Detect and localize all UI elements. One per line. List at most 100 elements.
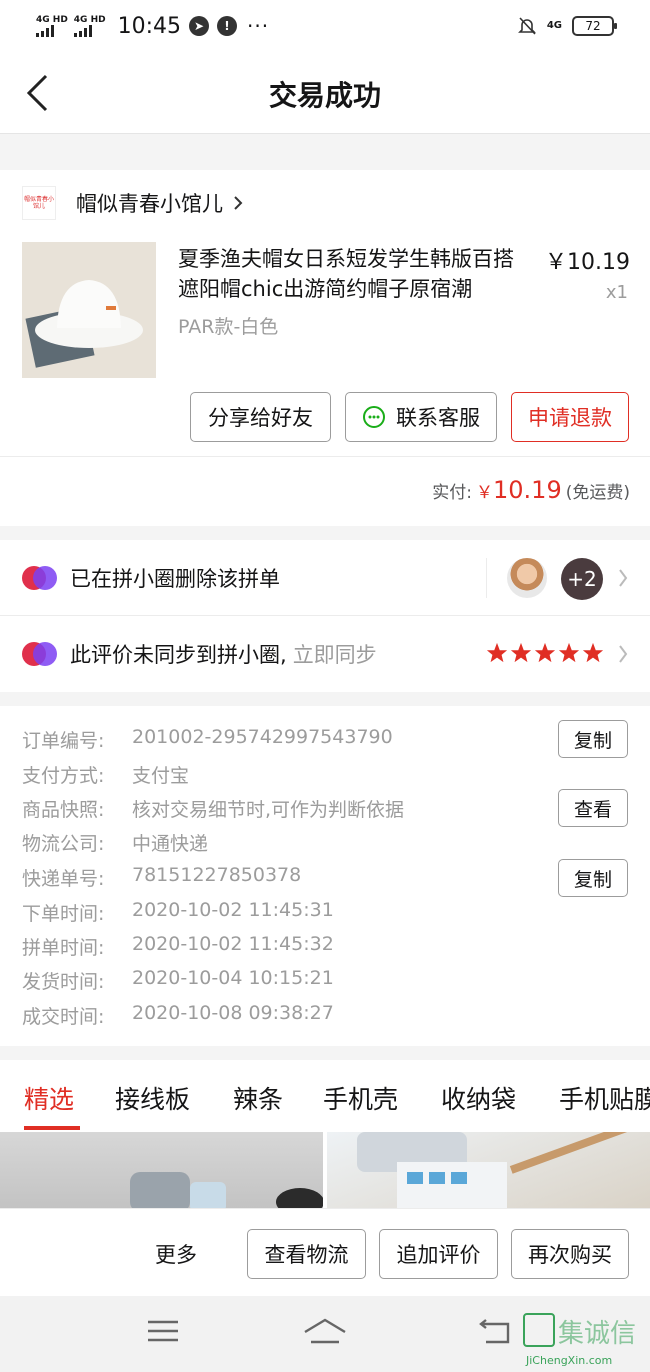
info-value: 2020-10-04 10:15:21 — [132, 967, 334, 989]
order-info-row: 快递单号: 78151227850378 — [22, 864, 301, 891]
payment-summary: 实付: ￥ 10.19 (免运费) — [432, 476, 630, 504]
page-title: 交易成功 — [268, 79, 381, 112]
view-snapshot-button[interactable]: 查看 — [558, 789, 628, 827]
compass-icon: ➤ — [189, 16, 209, 36]
star-icon — [534, 642, 556, 663]
watermark-text: 集诚信 — [558, 1319, 636, 1349]
feed-item-image[interactable] — [0, 1132, 324, 1212]
order-info-row: 下单时间: 2020-10-02 11:45:31 — [22, 899, 334, 926]
buy-again-button[interactable]: 再次购买 — [511, 1229, 629, 1279]
order-info-row: 商品快照: 核对交易细节时,可作为判断依据 — [22, 795, 404, 822]
view-logistics-button[interactable]: 查看物流 — [247, 1229, 366, 1279]
signal-icon: 4G HD — [73, 14, 106, 37]
share-button[interactable]: 分享给好友 — [190, 392, 331, 442]
info-label: 商品快照: — [22, 799, 105, 821]
pin-circle-icon — [22, 565, 58, 591]
refund-button[interactable]: 申请退款 — [511, 392, 629, 442]
info-value: 核对交易细节时,可作为判断依据 — [132, 799, 405, 821]
menu-icon[interactable] — [146, 1316, 180, 1346]
review-sync-row[interactable]: 此评价未同步到拼小圈, 立即同步 — [0, 616, 650, 692]
info-value: 中通快递 — [132, 833, 209, 855]
copy-button[interactable]: 复制 — [558, 720, 628, 758]
buy-again-label: 再次购买 — [528, 1243, 612, 1267]
status-bar: 4G HD 4G HD 10:45 ➤ ! ··· 4G 72 — [0, 0, 650, 52]
system-nav-bar: 集诚信 JiChengXin.com — [0, 1296, 650, 1372]
battery-level: 72 — [585, 19, 601, 33]
tab-3[interactable]: 手机壳 — [323, 1080, 398, 1116]
chevron-right-icon — [619, 569, 628, 587]
shop-link[interactable]: 帽似青春小馆儿 帽似青春小馆儿 — [22, 186, 243, 220]
shop-logo-text: 帽似青春小馆儿 — [23, 196, 54, 210]
product-image[interactable] — [22, 242, 156, 378]
info-label: 拼单时间: — [22, 937, 105, 959]
view-logistics-label: 查看物流 — [264, 1243, 349, 1267]
tab-2[interactable]: 辣条 — [233, 1080, 283, 1116]
pin-circle-status-text: 已在拼小圈删除该拼单 — [70, 566, 280, 591]
more-button[interactable]: 更多 — [155, 1239, 197, 1269]
info-label: 订单编号: — [22, 730, 105, 752]
sync-now-link[interactable]: 立即同步 — [293, 639, 377, 669]
clock: 10:45 — [117, 13, 181, 39]
info-label: 成交时间: — [22, 1006, 105, 1028]
star-icon — [558, 642, 580, 663]
product-title[interactable]: 夏季渔夫帽女日系短发学生韩版百搭遮阳帽chic出游简约帽子原宿潮 — [178, 244, 528, 304]
divider — [486, 558, 487, 598]
tab-5[interactable]: 手机贴膜 — [559, 1080, 650, 1116]
copy-button[interactable]: 复制 — [558, 859, 628, 897]
order-product-card: 帽似青春小馆儿 帽似青春小馆儿 夏季渔夫帽女日系短发学生韩版百搭遮阳帽chic出… — [0, 170, 650, 526]
info-label: 支付方式: — [22, 765, 105, 787]
info-label: 快递单号: — [22, 868, 105, 890]
product-quantity: x1 — [605, 282, 628, 303]
pin-circle-icon — [22, 641, 58, 667]
order-info-row: 拼单时间: 2020-10-02 11:45:32 — [22, 933, 334, 960]
pin-circle-card: 已在拼小圈删除该拼单 +2 此评价未同步到拼小圈, 立即同步 — [0, 540, 650, 692]
order-info-row: 物流公司: 中通快递 — [22, 829, 208, 856]
watermark-url: JiChengXin.com — [525, 1354, 612, 1367]
add-review-label: 追加评价 — [396, 1243, 481, 1267]
bottom-action-bar: 更多 查看物流 追加评价 再次购买 — [0, 1208, 650, 1296]
more-notifications-icon: ··· — [247, 14, 270, 38]
star-icon — [486, 642, 508, 663]
chat-icon — [363, 406, 385, 428]
sim1-label: 4G HD — [36, 14, 68, 25]
divider — [0, 456, 650, 457]
more-members-badge[interactable]: +2 — [561, 558, 603, 600]
shipping-note: (免运费) — [565, 483, 630, 503]
product-spec: PAR款-白色 — [178, 316, 279, 338]
chevron-right-icon — [619, 645, 628, 663]
info-label: 物流公司: — [22, 833, 105, 855]
tab-1[interactable]: 接线板 — [115, 1080, 190, 1116]
avatar[interactable] — [507, 558, 547, 598]
sim2-label: 4G HD — [73, 14, 106, 25]
back-nav-icon[interactable] — [478, 1316, 514, 1346]
paid-label: 实付: — [432, 483, 473, 503]
add-review-button[interactable]: 追加评价 — [379, 1229, 498, 1279]
contact-service-label: 联系客服 — [396, 406, 480, 430]
active-tab-indicator — [24, 1126, 80, 1130]
tab-4[interactable]: 收纳袋 — [441, 1080, 516, 1116]
order-info-row: 发货时间: 2020-10-04 10:15:21 — [22, 967, 334, 994]
site-watermark-logo: 集诚信 JiChengXin.com — [523, 1313, 636, 1367]
order-info-row: 订单编号: 201002-295742997543790 — [22, 726, 393, 753]
battery-icon: 72 — [572, 16, 617, 36]
home-icon[interactable] — [303, 1316, 347, 1346]
refund-button-label: 申请退款 — [528, 406, 612, 430]
order-info-row: 成交时间: 2020-10-08 09:38:27 — [22, 1002, 334, 1029]
info-value: 2020-10-02 11:45:31 — [132, 899, 334, 921]
pin-circle-status-row[interactable]: 已在拼小圈删除该拼单 +2 — [0, 540, 650, 616]
info-value: 2020-10-02 11:45:32 — [132, 933, 334, 955]
nav-bar: 交易成功 — [0, 52, 650, 134]
network-indicator: 4G — [546, 20, 562, 31]
tab-0[interactable]: 精选 — [24, 1080, 74, 1116]
shop-name: 帽似青春小馆儿 — [76, 192, 223, 216]
alert-icon: ! — [217, 16, 237, 36]
recommend-tabs: 精选 接线板 辣条 手机壳 收纳袋 手机贴膜 — [0, 1060, 650, 1132]
recommend-feed — [0, 1132, 650, 1212]
order-info-row: 支付方式: 支付宝 — [22, 761, 189, 788]
info-label: 发货时间: — [22, 971, 105, 993]
review-sync-text: 此评价未同步到拼小圈, — [70, 643, 287, 667]
feed-item-image[interactable] — [327, 1132, 650, 1212]
paid-amount: 10.19 — [493, 476, 562, 504]
star-icon — [510, 642, 532, 663]
contact-service-button[interactable]: 联系客服 — [345, 392, 497, 442]
